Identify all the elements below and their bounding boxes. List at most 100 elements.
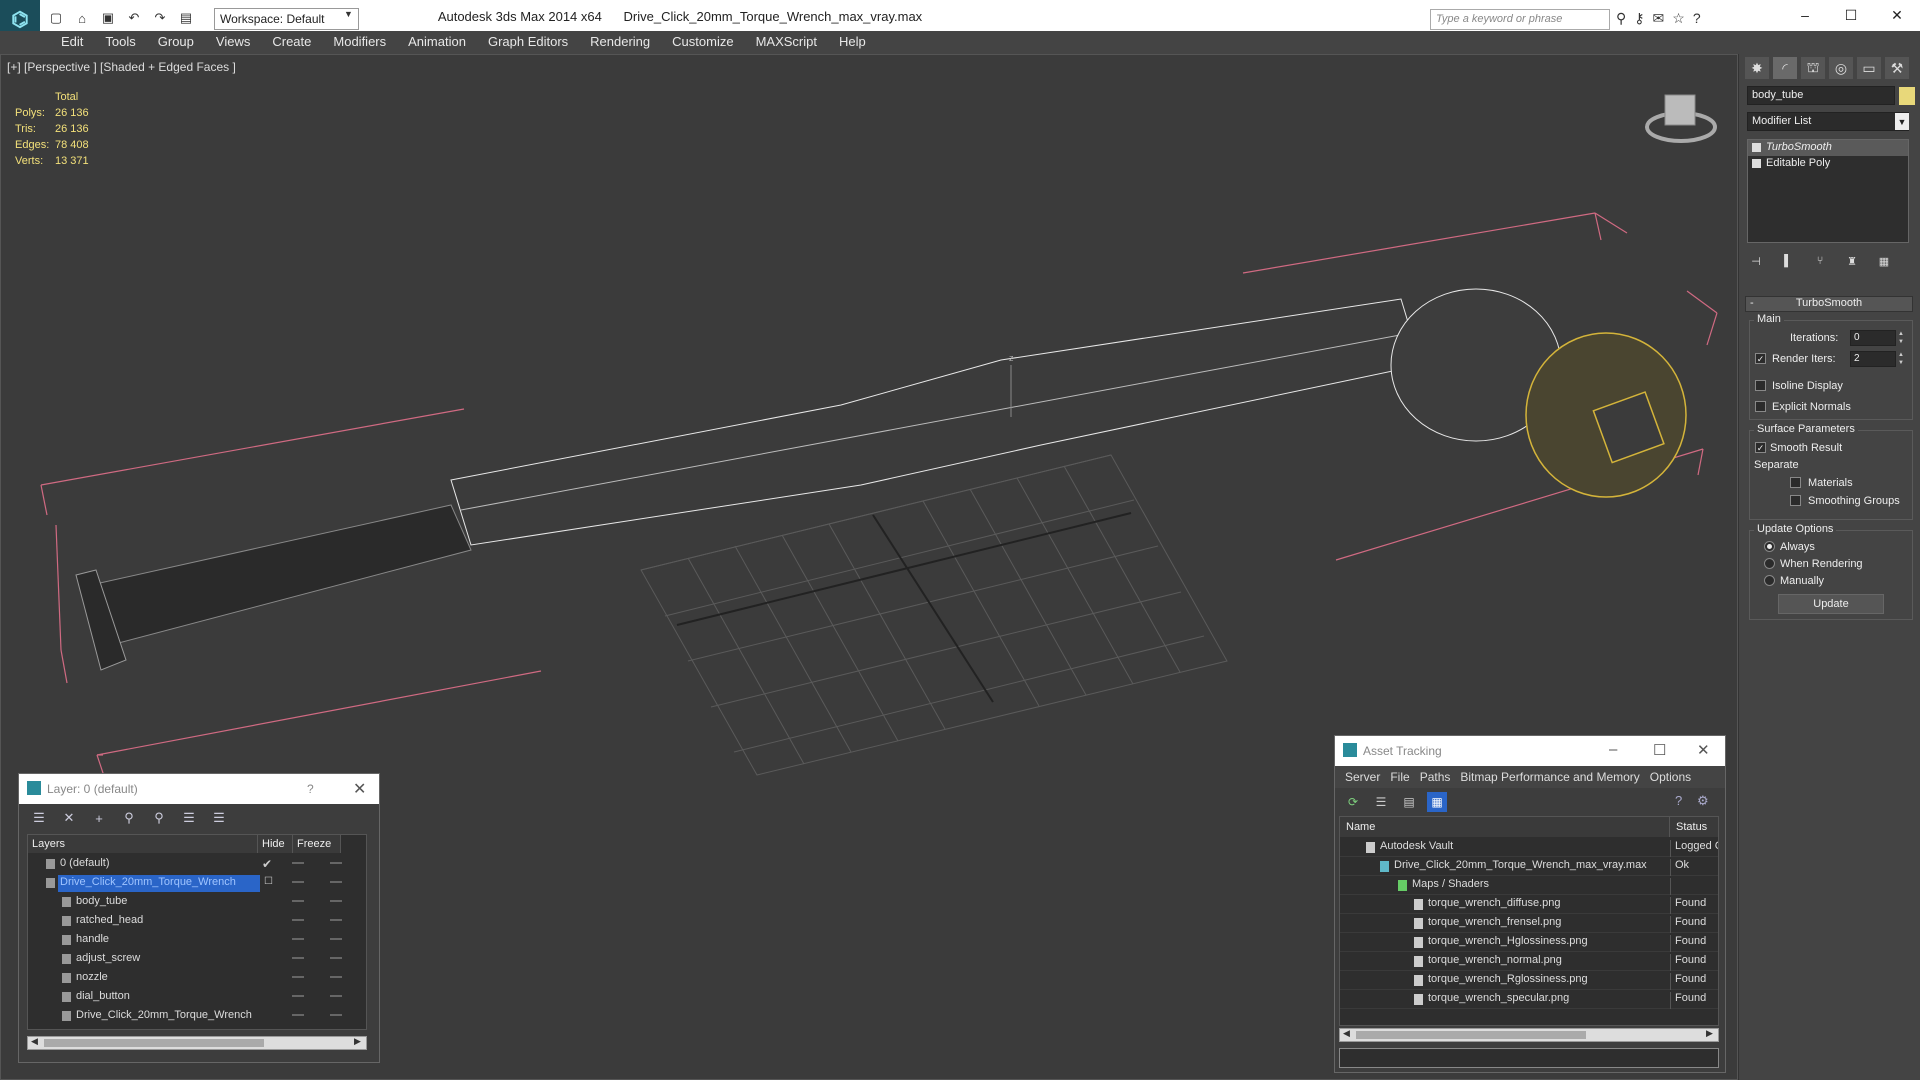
- active-layer-check-icon[interactable]: ✔: [262, 857, 272, 871]
- layer-icon[interactable]: ☰: [29, 808, 49, 828]
- iterations-spinner[interactable]: 0: [1850, 330, 1896, 346]
- close-icon[interactable]: ✕: [353, 779, 366, 799]
- asset-row[interactable]: torque_wrench_diffuse.png Found: [1340, 895, 1718, 914]
- freeze-toggle[interactable]: [330, 938, 342, 940]
- layer-object-row[interactable]: nozzle: [28, 969, 366, 988]
- layer-object-row[interactable]: adjust_screw: [28, 950, 366, 969]
- hide-toggle[interactable]: [292, 976, 304, 978]
- help-button[interactable]: ?: [307, 782, 314, 796]
- settings-icon[interactable]: ⚙: [1697, 793, 1709, 809]
- scroll-right-icon[interactable]: ▶: [1706, 1028, 1713, 1039]
- menu-tools[interactable]: Tools: [94, 31, 146, 52]
- make-unique-icon[interactable]: ⑂: [1809, 252, 1831, 270]
- asset-row[interactable]: torque_wrench_specular.png Found: [1340, 990, 1718, 1009]
- maximize-button[interactable]: ☐: [1828, 0, 1874, 30]
- asset-row[interactable]: torque_wrench_Hglossiness.png Found: [1340, 933, 1718, 952]
- freeze-all-icon[interactable]: ☰: [209, 808, 229, 828]
- layer-object-row[interactable]: ratched_head: [28, 912, 366, 931]
- spinner-arrows-icon[interactable]: ▲ ▼: [1896, 351, 1906, 367]
- hide-toggle[interactable]: [292, 900, 304, 902]
- help-icon[interactable]: ?: [1693, 10, 1701, 27]
- scrollbar-thumb[interactable]: [1356, 1031, 1586, 1039]
- explicit-normals-checkbox[interactable]: [1755, 401, 1766, 412]
- smooth-result-checkbox[interactable]: ✓: [1755, 442, 1766, 453]
- menu-maxscript[interactable]: MAXScript: [745, 31, 828, 52]
- freeze-toggle[interactable]: [330, 919, 342, 921]
- turbosmooth-rollout-header[interactable]: - TurboSmooth: [1745, 296, 1913, 312]
- asset-horizontal-scrollbar[interactable]: ◀ ▶: [1339, 1028, 1719, 1042]
- render-iters-checkbox[interactable]: ✓: [1755, 353, 1766, 364]
- display-tab-icon[interactable]: ▭: [1857, 57, 1881, 79]
- asset-tracking-titlebar[interactable]: Asset Tracking – ☐ ✕: [1335, 736, 1725, 766]
- column-header-layers[interactable]: Layers: [28, 835, 258, 853]
- menu-group[interactable]: Group: [147, 31, 205, 52]
- layer-object-row[interactable]: Drive_Click_20mm_Torque_Wrench: [28, 1007, 366, 1026]
- close-button[interactable]: ✕: [1874, 0, 1920, 30]
- menu-modifiers[interactable]: Modifiers: [322, 31, 397, 52]
- asset-row[interactable]: Drive_Click_20mm_Torque_Wrench_max_vray.…: [1340, 857, 1718, 876]
- column-header-freeze[interactable]: Freeze: [293, 835, 341, 853]
- materials-checkbox[interactable]: [1790, 477, 1801, 488]
- menu-server[interactable]: Server: [1340, 766, 1385, 788]
- layer-row[interactable]: 0 (default) ✔: [28, 855, 366, 874]
- always-radio[interactable]: [1764, 541, 1775, 552]
- menu-rendering[interactable]: Rendering: [579, 31, 661, 52]
- spinner-arrows-icon[interactable]: ▲ ▼: [1896, 330, 1906, 346]
- hide-toggle[interactable]: [292, 862, 304, 864]
- menu-file[interactable]: File: [1385, 766, 1414, 788]
- asset-row[interactable]: Maps / Shaders: [1340, 876, 1718, 895]
- freeze-toggle[interactable]: [330, 900, 342, 902]
- hierarchy-tab-icon[interactable]: ⛫: [1801, 57, 1825, 79]
- layer-object-row[interactable]: dial_button: [28, 988, 366, 1007]
- utilities-tab-icon[interactable]: ⚒: [1885, 57, 1909, 79]
- smoothing-groups-checkbox[interactable]: [1790, 495, 1801, 506]
- asset-row[interactable]: torque_wrench_Rglossiness.png Found: [1340, 971, 1718, 990]
- minimize-button[interactable]: –: [1782, 0, 1828, 30]
- object-name-field[interactable]: body_tube: [1747, 86, 1895, 105]
- key-icon[interactable]: ⚷: [1634, 10, 1644, 27]
- expand-plus-icon[interactable]: [1752, 159, 1761, 168]
- hide-toggle[interactable]: [292, 881, 304, 883]
- configure-modifier-sets-icon[interactable]: ▦: [1873, 252, 1895, 270]
- chevron-down-icon[interactable]: ▼: [1895, 113, 1909, 130]
- menu-customize[interactable]: Customize: [661, 31, 744, 52]
- scroll-left-icon[interactable]: ◀: [1343, 1028, 1350, 1039]
- minimize-button[interactable]: –: [1609, 741, 1617, 758]
- lightbulb-icon[interactable]: [1752, 143, 1761, 152]
- select-objects-icon[interactable]: ⚲: [119, 808, 139, 828]
- freeze-toggle[interactable]: [330, 995, 342, 997]
- menu-edit[interactable]: Edit: [50, 31, 94, 52]
- hide-toggle[interactable]: [292, 919, 304, 921]
- manually-radio[interactable]: [1764, 575, 1775, 586]
- maximize-button[interactable]: ☐: [1653, 741, 1666, 759]
- layer-horizontal-scrollbar[interactable]: ◀ ▶: [27, 1036, 367, 1050]
- scrollbar-thumb[interactable]: [44, 1039, 264, 1047]
- menu-graph-editors[interactable]: Graph Editors: [477, 31, 579, 52]
- layer-row[interactable]: Drive_Click_20mm_Torque_Wrench ☐: [28, 874, 366, 893]
- close-icon[interactable]: ✕: [1697, 741, 1710, 759]
- hide-toggle[interactable]: [292, 995, 304, 997]
- isoline-display-checkbox[interactable]: [1755, 380, 1766, 391]
- highlight-layer-icon[interactable]: ⚲: [149, 808, 169, 828]
- scroll-right-icon[interactable]: ▶: [354, 1036, 361, 1047]
- create-tab-icon[interactable]: ✸: [1745, 57, 1769, 79]
- delete-layer-icon[interactable]: ✕: [59, 808, 79, 828]
- hide-toggle[interactable]: [292, 938, 304, 940]
- refresh-icon[interactable]: ⟳: [1343, 792, 1363, 812]
- list-view-icon[interactable]: ☰: [1371, 792, 1391, 812]
- freeze-toggle[interactable]: [330, 1014, 342, 1016]
- update-button[interactable]: Update: [1778, 594, 1884, 614]
- help-icon[interactable]: ?: [1675, 793, 1682, 808]
- hide-toggle[interactable]: [292, 957, 304, 959]
- when-rendering-radio[interactable]: [1764, 558, 1775, 569]
- freeze-toggle[interactable]: [330, 862, 342, 864]
- menu-animation[interactable]: Animation: [397, 31, 477, 52]
- show-end-result-icon[interactable]: ▌: [1777, 252, 1799, 270]
- add-selection-icon[interactable]: +: [89, 808, 109, 828]
- motion-tab-icon[interactable]: ◎: [1829, 57, 1853, 79]
- menu-options[interactable]: Options: [1645, 766, 1696, 788]
- set-active-box-icon[interactable]: ☐: [264, 876, 273, 887]
- stack-item-editable-poly[interactable]: Editable Poly: [1748, 156, 1908, 172]
- layer-explorer-titlebar[interactable]: Layer: 0 (default) ? ✕: [19, 774, 379, 804]
- asset-row[interactable]: torque_wrench_normal.png Found: [1340, 952, 1718, 971]
